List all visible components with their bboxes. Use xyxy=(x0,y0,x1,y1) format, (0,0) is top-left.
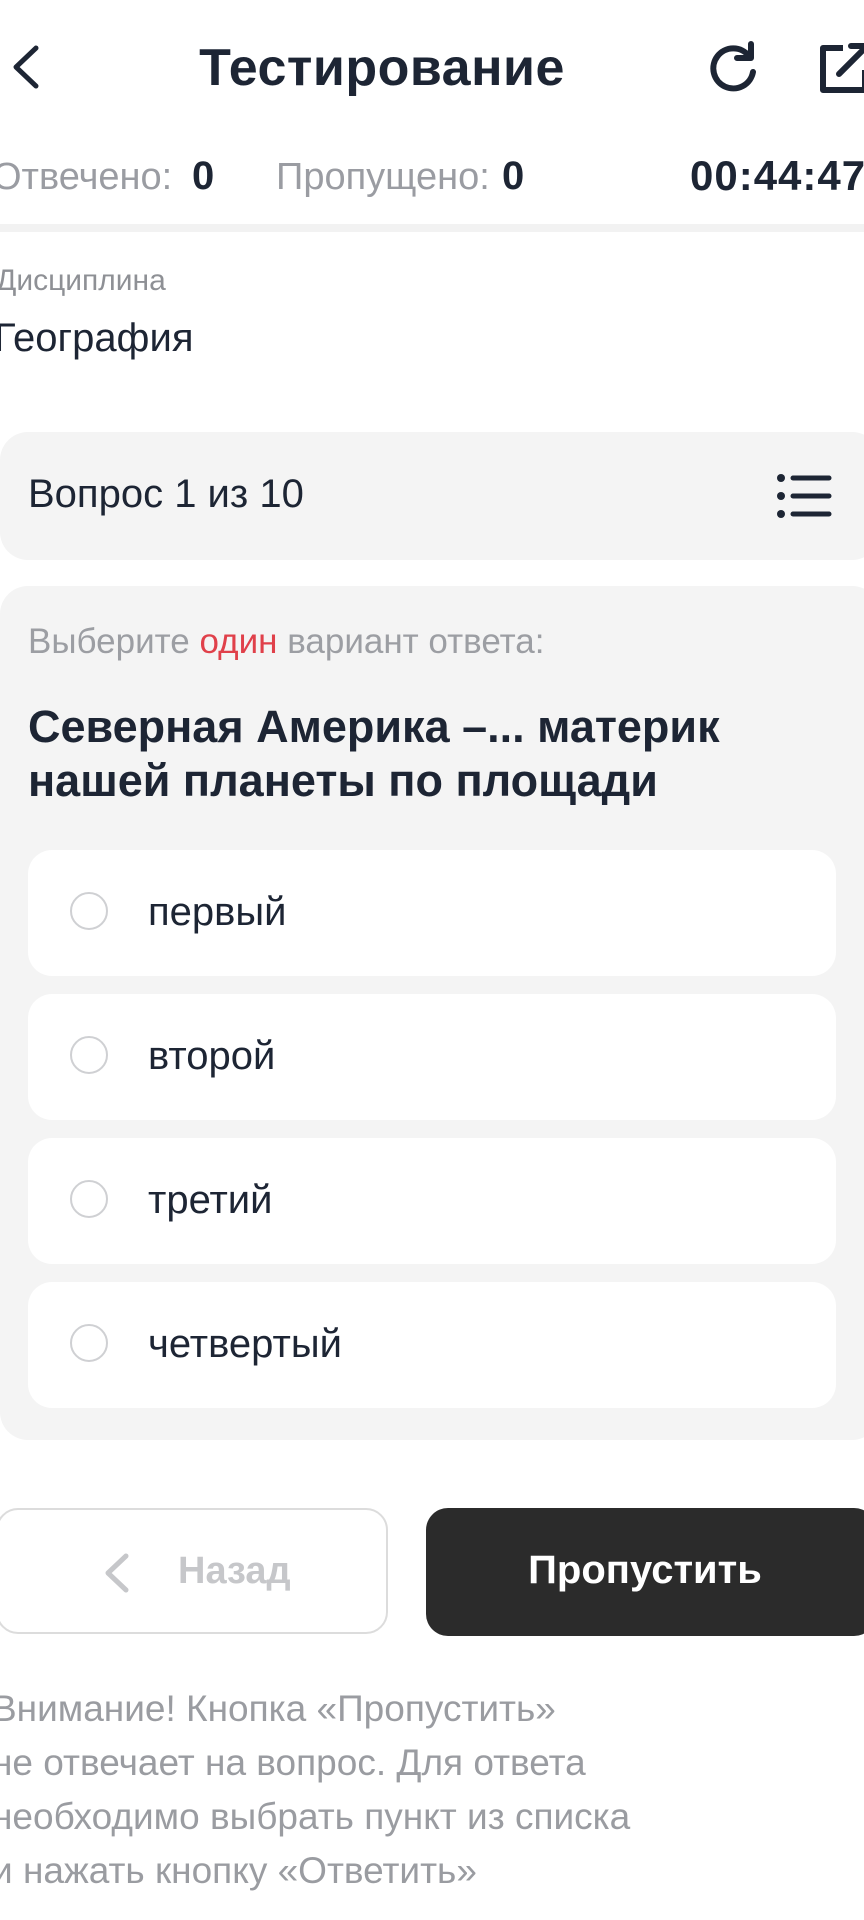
instruction-prefix: Выберите xyxy=(28,622,200,661)
skipped-label: Пропущено: xyxy=(276,156,490,198)
skipped-count: 0 xyxy=(502,154,525,198)
option-label: третий xyxy=(148,1178,273,1222)
list-icon[interactable] xyxy=(776,472,832,520)
discipline-value: География xyxy=(0,316,194,360)
discipline-label: Дисциплина xyxy=(0,264,166,297)
answer-option[interactable]: третий xyxy=(28,1138,836,1264)
radio-button[interactable] xyxy=(70,892,108,930)
radio-button[interactable] xyxy=(70,1180,108,1218)
skip-button[interactable]: Пропустить xyxy=(426,1508,864,1636)
option-label: первый xyxy=(148,890,287,934)
option-label: второй xyxy=(148,1034,276,1078)
question-card: Выберите один вариант ответа: Северная А… xyxy=(0,586,864,1440)
header-bar: Тестирование xyxy=(0,0,864,140)
radio-button[interactable] xyxy=(70,1036,108,1074)
instruction-suffix: вариант ответа: xyxy=(277,622,545,661)
skip-notice: Внимание! Кнопка «Пропустить» не отвечае… xyxy=(0,1682,852,1898)
progress-stats: Отвечено: 0 Пропущено: 0 00:44:47 xyxy=(0,152,864,212)
answer-option[interactable]: первый xyxy=(28,850,836,976)
back-button[interactable]: Назад xyxy=(0,1508,388,1634)
chevron-left-icon xyxy=(102,1552,132,1594)
skip-button-label: Пропустить xyxy=(528,1548,762,1592)
page-title: Тестирование xyxy=(199,39,565,97)
notice-line: не отвечает на вопрос. Для ответа xyxy=(0,1742,586,1783)
notice-line: и нажать кнопку «Ответить» xyxy=(0,1850,477,1891)
notice-line: необходимо выбрать пункт из списка xyxy=(0,1796,631,1837)
answered-label: Отвечено: xyxy=(0,156,173,198)
answer-option[interactable]: четвертый xyxy=(28,1282,836,1408)
external-link-icon[interactable] xyxy=(815,38,864,98)
back-button-label: Назад xyxy=(178,1550,291,1592)
answer-option[interactable]: второй xyxy=(28,994,836,1120)
radio-button[interactable] xyxy=(70,1324,108,1362)
divider xyxy=(0,224,864,232)
question-counter: Вопрос 1 из 10 xyxy=(28,472,304,516)
option-label: четвертый xyxy=(148,1322,342,1366)
refresh-icon[interactable] xyxy=(705,38,765,98)
question-text: Северная Америка –... материк нашей план… xyxy=(28,701,720,806)
answer-instruction: Выберите один вариант ответа: xyxy=(28,622,544,662)
notice-line: Внимание! Кнопка «Пропустить» xyxy=(0,1688,556,1729)
question-header: Вопрос 1 из 10 xyxy=(0,432,864,560)
instruction-accent: один xyxy=(199,622,278,661)
answered-count: 0 xyxy=(192,154,215,198)
timer: 00:44:47 xyxy=(690,152,864,199)
